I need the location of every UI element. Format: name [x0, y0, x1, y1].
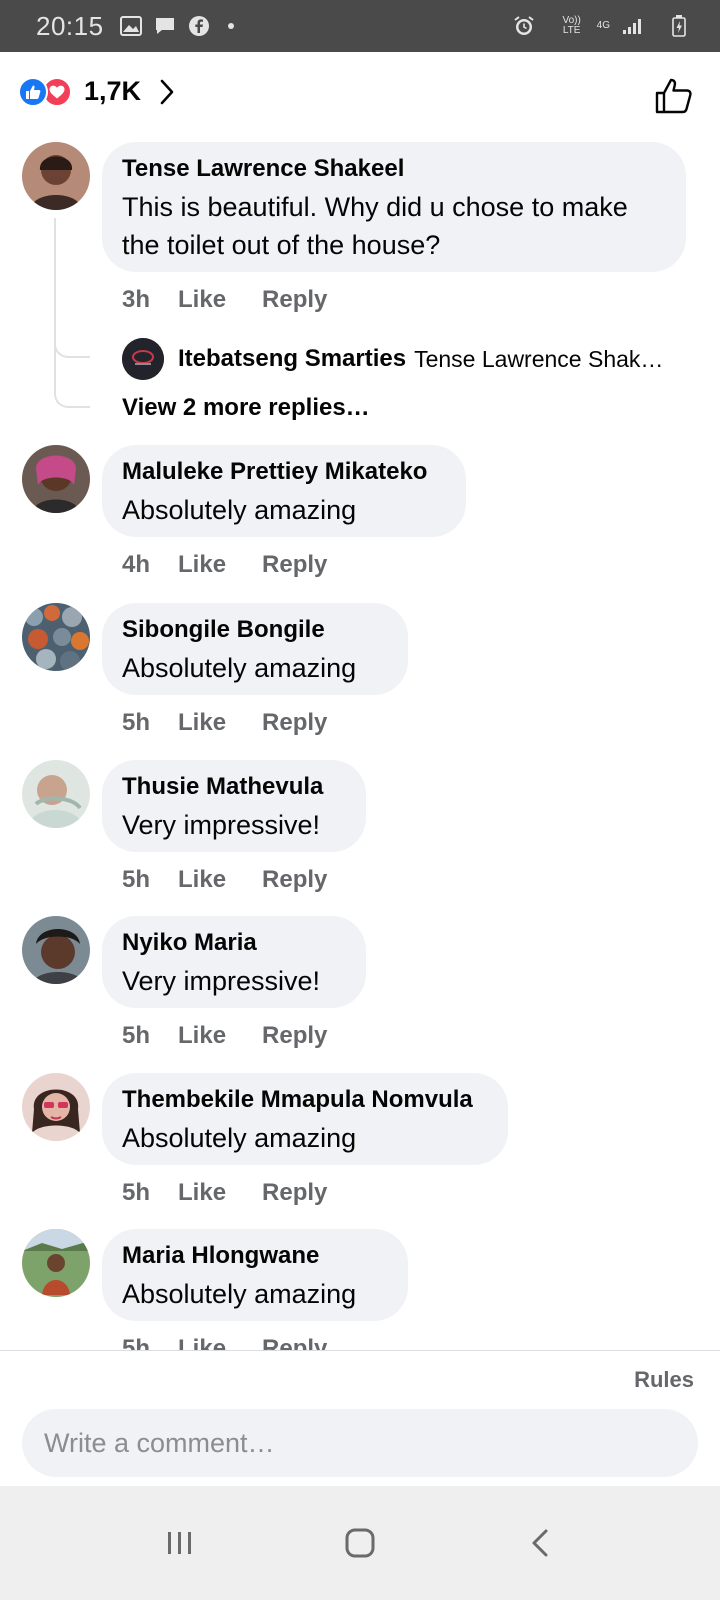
comment-input[interactable]	[22, 1409, 698, 1477]
home-button[interactable]	[330, 1513, 390, 1573]
notification-dot-icon	[227, 23, 234, 29]
back-icon	[532, 1529, 548, 1557]
comment-time: 5h	[122, 1022, 151, 1049]
comment-author[interactable]: Maluleke Prettiey Mikateko	[122, 457, 444, 487]
comment-author[interactable]: Nyiko Maria	[122, 928, 344, 958]
like-button[interactable]: Like	[178, 866, 226, 894]
recent-apps-button[interactable]	[150, 1513, 210, 1573]
avatar[interactable]	[22, 1073, 90, 1141]
reply-preview[interactable]: Itebatseng Smarties Tense Lawrence Shak…	[122, 338, 682, 380]
comment-actions: 5h Like Reply	[122, 866, 327, 894]
comment-actions: 3h Like Reply	[122, 286, 327, 314]
chevron-right-icon	[159, 79, 175, 105]
comment-author[interactable]: Thembekile Mmapula Nomvula	[122, 1085, 486, 1115]
avatar[interactable]	[22, 916, 90, 984]
avatar[interactable]	[22, 142, 90, 210]
reply-text: Tense Lawrence Shak…	[414, 345, 664, 372]
reply-button[interactable]: Reply	[262, 551, 327, 579]
reply-button[interactable]: Reply	[262, 709, 327, 737]
like-button[interactable]: Like	[178, 1022, 226, 1050]
comment-bubble[interactable]: Maluleke Prettiey Mikateko Absolutely am…	[102, 445, 466, 537]
like-button[interactable]: Like	[178, 286, 226, 314]
comment-composer: Rules	[0, 1350, 720, 1486]
comment-bubble[interactable]: Maria Hlongwane Absolutely amazing	[102, 1229, 408, 1321]
reactions-summary[interactable]: 1,7K	[18, 76, 175, 107]
home-icon	[345, 1528, 375, 1558]
comment-bubble[interactable]: Thusie Mathevula Very impressive!	[102, 760, 366, 852]
comment-time: 5h	[122, 866, 151, 893]
system-nav-bar	[0, 1486, 720, 1600]
comment-text: This is beautiful. Why did u chose to ma…	[122, 192, 628, 260]
reply-button[interactable]: Reply	[262, 866, 327, 894]
gallery-icon	[119, 15, 142, 37]
avatar[interactable]	[22, 760, 90, 828]
like-button[interactable]: Like	[178, 1179, 226, 1207]
comments-sheet: 1,7K Tense Lawrence Shakeel This is beau…	[0, 52, 720, 1516]
back-button[interactable]	[510, 1513, 570, 1573]
reply-button[interactable]: Reply	[262, 1179, 327, 1207]
comment-actions: 5h Like Reply	[122, 709, 327, 737]
like-button[interactable]: Like	[178, 709, 226, 737]
comment-text: Absolutely amazing	[122, 495, 357, 525]
comment-time: 5h	[122, 709, 151, 736]
like-post-button[interactable]	[654, 76, 694, 116]
comment-text: Very impressive!	[122, 966, 321, 996]
thread-branch	[54, 368, 90, 408]
comment-time: 3h	[122, 286, 151, 313]
comment-text: Absolutely amazing	[122, 1279, 357, 1309]
rules-link[interactable]: Rules	[634, 1367, 694, 1393]
comment-text: Very impressive!	[122, 810, 321, 840]
signal-icon	[622, 15, 644, 37]
comment-actions: 5h Like Reply	[122, 1022, 327, 1050]
comment-author[interactable]: Thusie Mathevula	[122, 772, 344, 802]
network-type: 4G	[596, 20, 610, 31]
avatar[interactable]	[122, 338, 164, 380]
thumbs-up-icon	[655, 78, 692, 114]
comment-bubble[interactable]: Thembekile Mmapula Nomvula Absolutely am…	[102, 1073, 508, 1165]
volte-indicator: Vo)) LTE	[562, 15, 581, 36]
view-more-replies-link[interactable]: View 2 more replies…	[122, 394, 370, 422]
comment-actions: 4h Like Reply	[122, 551, 327, 579]
facebook-icon	[188, 15, 210, 37]
comment-bubble[interactable]: Nyiko Maria Very impressive!	[102, 916, 366, 1008]
comment-text: Absolutely amazing	[122, 1123, 357, 1153]
like-reaction-icon	[18, 76, 48, 107]
recent-apps-icon	[168, 1532, 191, 1554]
reactions-header: 1,7K	[0, 52, 720, 136]
comment-author[interactable]: Sibongile Bongile	[122, 615, 386, 645]
battery-icon	[668, 15, 690, 37]
status-bar: 20:15 Vo)) LTE 4G	[0, 0, 720, 52]
like-button[interactable]: Like	[178, 551, 226, 579]
reply-button[interactable]: Reply	[262, 1022, 327, 1050]
avatar[interactable]	[22, 445, 90, 513]
comment-author[interactable]: Maria Hlongwane	[122, 1241, 386, 1271]
reply-author[interactable]: Itebatseng Smarties	[178, 345, 406, 373]
thread-branch	[54, 328, 90, 358]
comment-actions: 5h Like Reply	[122, 1179, 327, 1207]
comment-author[interactable]: Tense Lawrence Shakeel	[122, 154, 664, 184]
avatar[interactable]	[22, 1229, 90, 1297]
comment-text: Absolutely amazing	[122, 653, 357, 683]
comment-bubble[interactable]: Tense Lawrence Shakeel This is beautiful…	[102, 142, 686, 272]
avatar[interactable]	[22, 603, 90, 671]
comment-bubble[interactable]: Sibongile Bongile Absolutely amazing	[102, 603, 408, 695]
reply-button[interactable]: Reply	[262, 286, 327, 314]
reaction-count: 1,7K	[84, 76, 142, 106]
status-time: 20:15	[36, 10, 104, 41]
alarm-icon	[513, 15, 535, 37]
comment-time: 4h	[122, 551, 151, 578]
comment-time: 5h	[122, 1179, 151, 1206]
message-icon	[154, 15, 176, 37]
